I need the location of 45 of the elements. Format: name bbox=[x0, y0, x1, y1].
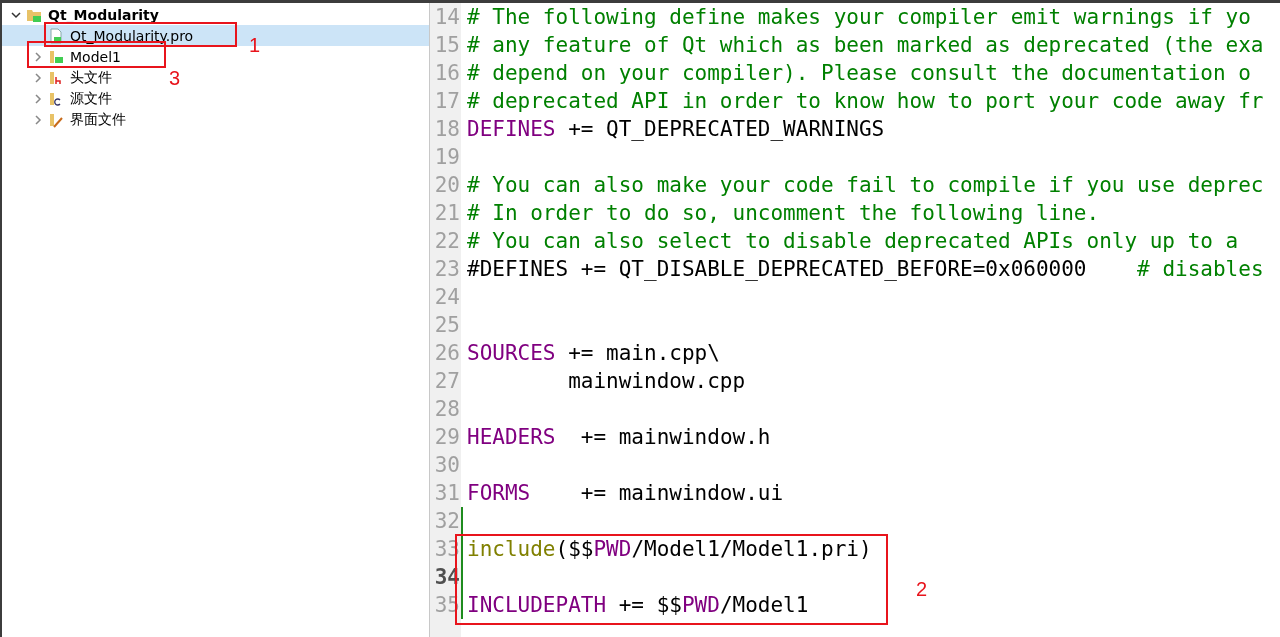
code-line: SOURCES += main.cpp\ bbox=[467, 341, 720, 365]
line-number: 24 bbox=[433, 284, 461, 311]
tree-item[interactable]: Model1 bbox=[2, 46, 127, 67]
line-number: 29 bbox=[433, 424, 461, 451]
line-number: 19 bbox=[433, 144, 461, 171]
annotation-number: 2 bbox=[916, 578, 928, 601]
code-line: # You can also select to disable deprecated APIs only up to a bbox=[467, 229, 1239, 253]
line-number: 21 bbox=[433, 200, 461, 227]
code-line: mainwindow.cpp bbox=[567, 369, 746, 393]
line-number: 22 bbox=[433, 228, 461, 255]
line-number: 30 bbox=[433, 452, 461, 479]
line-number: 27 bbox=[433, 368, 461, 395]
file-icon bbox=[48, 27, 64, 44]
line-number: 32 bbox=[433, 508, 461, 535]
code-line: # The following define makes your compiler emit warnings if yo bbox=[467, 5, 1251, 29]
code-line: FORMS += mainwindow.ui bbox=[467, 481, 784, 505]
line-number: 31 bbox=[433, 480, 461, 507]
code-line: # depend on your compiler). Please consult the documentation o bbox=[467, 61, 1251, 85]
line-number: 23 bbox=[433, 256, 461, 283]
line-number: 20 bbox=[433, 172, 461, 199]
code-line: DEFINES += QT_DEPRECATED_WARNINGS bbox=[467, 117, 885, 141]
folder-icon bbox=[48, 111, 64, 128]
line-number: 25 bbox=[433, 312, 461, 339]
folder-icon bbox=[48, 69, 64, 86]
code-line: include($$PWD/Model1/Model1.pri) bbox=[467, 537, 872, 561]
line-number: 14 bbox=[433, 4, 461, 31]
code-line: # any feature of Qt which as been marked as deprecated (the exa bbox=[467, 33, 1264, 57]
line-number: 15 bbox=[433, 32, 461, 59]
line-number: 26 bbox=[433, 340, 461, 367]
tree-item[interactable]: Qt_Modularity bbox=[2, 4, 165, 25]
line-number: 17 bbox=[433, 88, 461, 115]
code-line: HEADERS += mainwindow.h bbox=[467, 425, 771, 449]
code-line: # deprecated API in order to know how to port your code away fr bbox=[467, 89, 1264, 113]
line-number: 28 bbox=[433, 396, 461, 423]
code-line: INCLUDEPATH += $$PWD/Model1 bbox=[467, 593, 809, 617]
folder-icon bbox=[48, 48, 64, 65]
tree-item[interactable]: 源文件 bbox=[2, 88, 118, 109]
code-line: # You can also make your code fail to compile if you use deprec bbox=[467, 173, 1264, 197]
tree-item[interactable]: 界面文件 bbox=[2, 109, 132, 130]
tree-item[interactable]: 头文件 bbox=[2, 67, 118, 88]
line-number: 16 bbox=[433, 60, 461, 87]
annotation-number: 3 bbox=[169, 67, 181, 90]
line-number: 18 bbox=[433, 116, 461, 143]
code-line: #DEFINES += QT_DISABLE_DEPRECATED_BEFORE=0x060000 # disables bbox=[467, 257, 1264, 281]
code-line: # In order to do so, uncomment the following line. bbox=[467, 201, 1100, 225]
